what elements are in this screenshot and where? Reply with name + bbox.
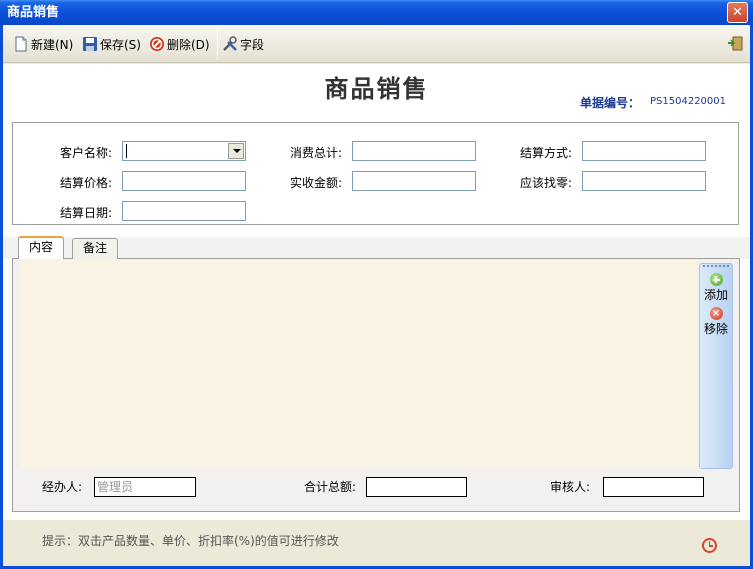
- dropdown-arrow-icon[interactable]: [228, 143, 244, 159]
- save-button[interactable]: 保存(S): [82, 34, 141, 54]
- toolbar: 新建(N) 保存(S) 删除(D) 字段: [3, 25, 750, 63]
- document-header: 商品销售 单据编号： PS1504220001: [3, 64, 750, 117]
- handler-input[interactable]: 管理员: [94, 477, 196, 497]
- total-consume-label: 消费总计:: [289, 146, 342, 160]
- exit-door-icon[interactable]: [727, 36, 743, 51]
- side-bar-grip: [703, 265, 729, 267]
- received-amount-label: 实收金额:: [289, 176, 342, 190]
- change-label: 应该找零:: [519, 176, 572, 190]
- remove-x-icon: ×: [709, 307, 723, 320]
- settle-price-input[interactable]: [122, 171, 246, 191]
- add-row-label: 添加: [703, 288, 728, 302]
- remove-row-label: 移除: [703, 322, 728, 336]
- delete-button[interactable]: 删除(D): [149, 34, 210, 54]
- settle-date-input[interactable]: [122, 201, 246, 221]
- change-input[interactable]: [582, 171, 706, 191]
- new-button[interactable]: 新建(N): [13, 34, 73, 54]
- tab-content[interactable]: 内容: [18, 236, 64, 259]
- customer-label: 客户名称:: [59, 146, 112, 160]
- remove-row-button[interactable]: × 移除: [699, 307, 733, 337]
- add-plus-icon: [709, 273, 723, 286]
- received-amount-input[interactable]: [352, 171, 476, 191]
- tab-notes[interactable]: 备注: [72, 238, 118, 259]
- total-amount-input[interactable]: [366, 477, 467, 497]
- fields-tools-icon: [222, 36, 238, 52]
- toolbar-separator: [217, 28, 218, 60]
- reviewer-label: 审核人:: [550, 480, 591, 494]
- delete-button-label: 删除(D): [167, 37, 210, 52]
- new-document-icon: [13, 36, 29, 52]
- save-button-label: 保存(S): [100, 37, 141, 52]
- hint-text: 提示：双击产品数量、单价、折扣率(%)的值可进行修改: [42, 534, 339, 548]
- reviewer-input[interactable]: [603, 477, 704, 497]
- doc-number-value: PS1504220001: [650, 96, 727, 107]
- total-amount-label: 合计总额:: [304, 480, 357, 494]
- handler-label: 经办人:: [42, 480, 83, 494]
- save-disk-icon: [82, 36, 98, 52]
- items-grid-area[interactable]: [20, 260, 697, 468]
- delete-icon: [149, 36, 165, 52]
- text-cursor: [126, 144, 127, 158]
- settle-method-input[interactable]: [582, 141, 706, 161]
- settle-price-label: 结算价格:: [59, 176, 112, 190]
- add-row-button[interactable]: 添加: [699, 273, 733, 303]
- customer-combobox[interactable]: [122, 141, 246, 161]
- window-titlebar: 商品销售: [0, 0, 753, 25]
- fields-button[interactable]: 字段: [222, 34, 264, 54]
- settle-method-label: 结算方式:: [519, 146, 572, 160]
- total-consume-input[interactable]: [352, 141, 476, 161]
- new-button-label: 新建(N): [31, 37, 74, 52]
- doc-number-label: 单据编号：: [580, 96, 641, 110]
- fields-button-label: 字段: [240, 37, 265, 52]
- close-button[interactable]: ✕: [727, 2, 748, 23]
- clock-icon: [702, 538, 717, 553]
- window-title: 商品销售: [7, 5, 60, 20]
- settle-date-label: 结算日期:: [59, 206, 112, 220]
